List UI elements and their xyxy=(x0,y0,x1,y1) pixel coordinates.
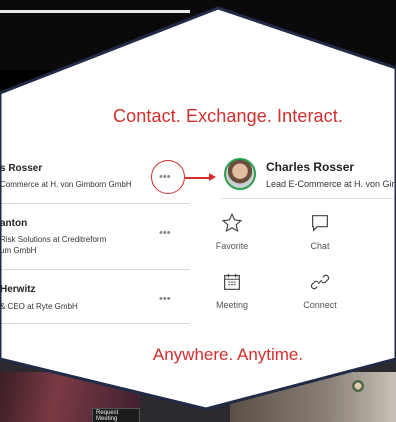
headline: Contact. Exchange. Interact. xyxy=(113,106,343,126)
meeting-label: Meeting xyxy=(215,300,249,310)
contact-name: Herwitz xyxy=(0,284,36,295)
profile-role: Lead E-Commerce at H. von Gim xyxy=(266,179,396,189)
meeting-button[interactable]: Meeting xyxy=(202,271,262,310)
calendar-icon xyxy=(202,271,262,297)
profile-name: Charles Rosser xyxy=(266,160,355,174)
more-options-icon[interactable]: ••• xyxy=(159,293,171,305)
avatar xyxy=(224,158,256,190)
contact-title: Commerce at H. von Gimborn GmbH xyxy=(0,180,132,189)
connect-button[interactable]: Connect xyxy=(290,271,350,310)
favorite-button[interactable]: Favorite xyxy=(202,212,262,251)
divider xyxy=(220,198,396,199)
favorite-label: Favorite xyxy=(215,241,249,251)
highlight-circle xyxy=(151,160,185,194)
tagline: Anywhere. Anytime. xyxy=(152,345,304,364)
arrow-head-icon xyxy=(209,173,216,181)
contact-title: & CEO at Ryte GmbH xyxy=(0,302,78,311)
more-options-icon[interactable]: ••• xyxy=(159,227,171,239)
chat-button[interactable]: Chat xyxy=(290,212,350,251)
connect-label: Connect xyxy=(303,300,337,310)
contact-title-line2: um GmbH xyxy=(0,246,37,255)
link-icon xyxy=(290,271,350,297)
chat-icon xyxy=(290,212,350,238)
star-icon xyxy=(202,212,262,238)
request-meeting-badge: Request Meeting xyxy=(92,408,140,422)
attendee-avatar xyxy=(352,380,364,392)
background-line xyxy=(0,10,190,13)
contact-name: s Rosser xyxy=(0,163,43,174)
chat-label: Chat xyxy=(310,241,330,251)
contact-name: anton xyxy=(0,218,28,229)
contact-title: Risk Solutions at Creditreform xyxy=(0,235,107,244)
